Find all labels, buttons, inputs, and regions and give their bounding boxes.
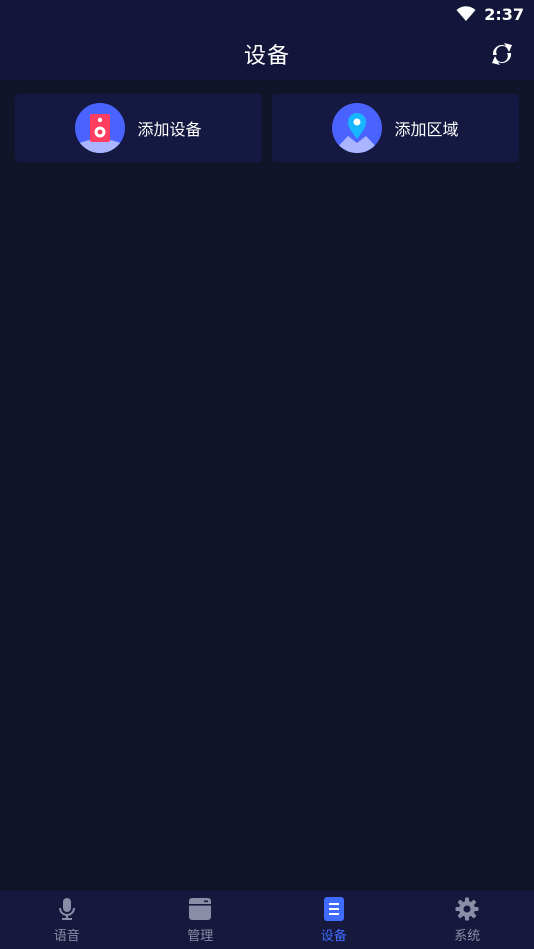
bottom-nav: 语音 管理 设备 系统 xyxy=(0,891,534,949)
screen: 2:37 设备 添加设备 添加区域 语音 管理 设备 系统 xyxy=(0,0,534,949)
add-device-button[interactable]: 添加设备 xyxy=(15,94,262,162)
location-pin-icon xyxy=(332,103,383,153)
nav-item-voice[interactable]: 语音 xyxy=(0,891,134,949)
nav-item-device[interactable]: 设备 xyxy=(267,891,401,949)
speaker-icon xyxy=(75,103,126,153)
microphone-icon xyxy=(58,898,75,920)
nav-label: 管理 xyxy=(187,929,214,944)
status-bar: 2:37 xyxy=(0,0,534,28)
nav-label: 语音 xyxy=(53,929,80,944)
calendar-icon xyxy=(189,898,212,920)
action-cards: 添加设备 添加区域 xyxy=(15,94,519,162)
nav-item-manage[interactable]: 管理 xyxy=(134,891,268,949)
gear-icon xyxy=(455,897,479,921)
header: 设备 xyxy=(0,28,534,80)
add-area-label: 添加区域 xyxy=(394,120,459,139)
nav-item-system[interactable]: 系统 xyxy=(401,891,534,949)
page-title: 设备 xyxy=(243,44,290,69)
nav-label: 设备 xyxy=(320,929,347,944)
add-device-label: 添加设备 xyxy=(137,120,202,139)
refresh-icon xyxy=(492,43,512,65)
add-area-button[interactable]: 添加区域 xyxy=(272,94,519,162)
list-icon xyxy=(323,897,344,921)
nav-label: 系统 xyxy=(454,929,481,944)
wifi-icon xyxy=(456,6,476,21)
refresh-button[interactable] xyxy=(488,40,516,68)
status-time: 2:37 xyxy=(484,4,524,24)
